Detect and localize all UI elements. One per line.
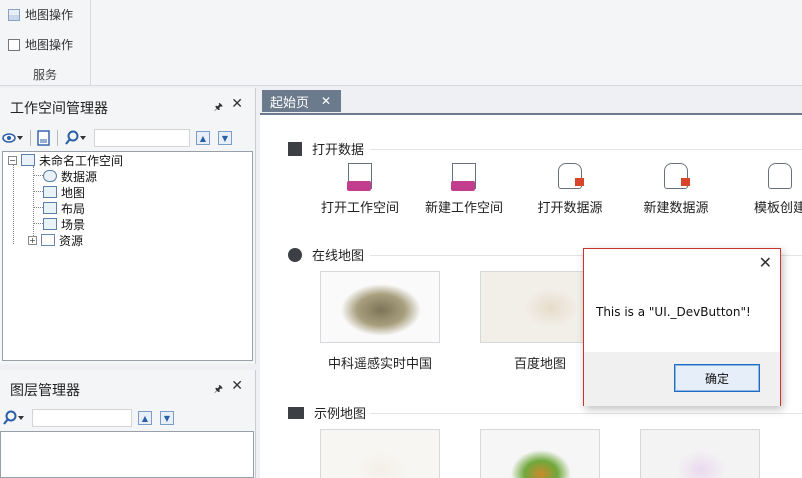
scene-icon xyxy=(43,218,57,230)
section-sample-maps: 示例地图 xyxy=(288,403,366,422)
online-map-thumbnail[interactable] xyxy=(320,271,440,343)
open-item-label: 新建工作空间 xyxy=(424,201,503,216)
online-map-thumbnail[interactable] xyxy=(480,271,600,343)
arrow-up-icon[interactable]: ▲ xyxy=(196,131,210,145)
close-icon[interactable]: ✕ xyxy=(321,94,331,108)
section-online-maps: 在线地图 xyxy=(288,245,364,264)
open-item-label: 打开数据源 xyxy=(537,201,603,216)
section-title: 在线地图 xyxy=(312,249,365,264)
expand-icon[interactable]: + xyxy=(28,235,37,245)
dialog-message: This is a "UI._DevButton"! xyxy=(596,305,751,319)
ribbon: 地图操作 地图操作 服务 xyxy=(0,0,802,86)
close-icon[interactable]: ✕ xyxy=(231,96,243,112)
map-operation-button[interactable]: 地图操作 xyxy=(8,6,73,23)
search-dropdown-button[interactable] xyxy=(2,409,26,427)
template-create-button[interactable]: 模板创建 xyxy=(734,163,802,216)
map-operation-checkbox-label: 地图操作 xyxy=(25,38,74,52)
workspace-tree: − 未命名工作空间 数据源 地图 布局 场景 + 资源 xyxy=(2,151,253,361)
database-icon xyxy=(558,163,584,189)
pin-icon[interactable]: 🖈 xyxy=(214,382,223,399)
panel-title: 图层管理器 xyxy=(10,383,80,399)
layout-icon xyxy=(43,202,57,214)
open-item-label: 打开工作空间 xyxy=(320,201,399,216)
sample-map-thumbnail[interactable] xyxy=(480,429,600,478)
workspace-icon xyxy=(21,154,35,166)
open-item-label: 新建数据源 xyxy=(643,201,709,216)
new-datasource-button[interactable]: 新建数据源 xyxy=(626,163,726,216)
toolbar-divider xyxy=(57,130,58,146)
folder-icon xyxy=(41,234,55,246)
open-datasource-button[interactable]: 打开数据源 xyxy=(520,163,620,216)
workspace-toolbar: ▲ ▼ xyxy=(2,128,240,148)
database-icon xyxy=(43,170,57,182)
online-map-caption[interactable]: 百度地图 xyxy=(480,353,600,372)
checkbox-icon[interactable] xyxy=(8,38,20,51)
layer-toolbar: ▲ ▼ xyxy=(2,408,182,428)
tree-node-resources[interactable]: + 资源 xyxy=(28,232,83,248)
tab-label: 起始页 xyxy=(270,95,310,111)
tree-node-label: 未命名工作空间 xyxy=(39,153,124,168)
new-workspace-button[interactable]: 新建工作空间 xyxy=(414,163,514,216)
template-icon xyxy=(768,163,792,189)
tree-node-maps[interactable]: 地图 xyxy=(43,184,85,200)
close-icon[interactable]: ✕ xyxy=(759,253,772,272)
book-map-icon xyxy=(288,406,304,419)
workspace-file-icon xyxy=(347,163,372,191)
online-map-caption[interactable]: 中科遥感实时中国 xyxy=(320,353,440,372)
tree-node-label: 资源 xyxy=(59,233,84,248)
eye-icon xyxy=(2,133,23,143)
pin-icon[interactable]: 🖈 xyxy=(214,100,223,117)
map-operation-checkbox[interactable]: 地图操作 xyxy=(8,36,73,53)
search-icon xyxy=(3,410,24,425)
new-database-icon xyxy=(664,163,690,189)
open-workspace-button[interactable]: 打开工作空间 xyxy=(310,163,410,216)
search-input[interactable] xyxy=(94,129,190,147)
workspace-manager-panel: 工作空间管理器 🖈 ✕ ▲ ▼ − 未命名工作空间 数据源 地图 布局 场景 +… xyxy=(0,88,256,364)
new-workspace-icon xyxy=(451,163,476,191)
ribbon-group-services: 地图操作 地图操作 服务 xyxy=(0,0,91,86)
arrow-up-icon[interactable]: ▲ xyxy=(138,411,152,425)
section-title: 示例地图 xyxy=(314,407,367,422)
tree-node-label: 地图 xyxy=(61,185,86,200)
file-icon xyxy=(288,141,302,156)
globe-icon xyxy=(288,247,302,262)
document-icon xyxy=(37,130,50,146)
sample-map-thumbnail[interactable] xyxy=(640,429,760,478)
layer-manager-panel: 图层管理器 🖈 ✕ ▲ ▼ xyxy=(0,370,256,478)
search-icon xyxy=(65,130,86,145)
tree-node-workspace[interactable]: − 未命名工作空间 xyxy=(8,152,123,168)
tree-node-label: 数据源 xyxy=(61,169,98,184)
dialog-footer: 确定 xyxy=(584,352,780,406)
section-open-data: 打开数据 xyxy=(288,139,364,158)
tab-start-page[interactable]: 起始页 ✕ xyxy=(262,90,341,112)
view-dropdown-button[interactable] xyxy=(2,129,24,147)
document-button[interactable] xyxy=(37,129,51,147)
ok-button[interactable]: 确定 xyxy=(674,364,760,392)
panel-title: 工作空间管理器 xyxy=(10,101,108,117)
search-input[interactable] xyxy=(32,409,132,427)
map-icon xyxy=(8,8,20,21)
map-icon xyxy=(43,186,57,198)
tree-node-label: 场景 xyxy=(61,217,86,232)
tree-node-datasources[interactable]: 数据源 xyxy=(43,168,97,184)
message-dialog: ✕ This is a "UI._DevButton"! 确定 xyxy=(583,248,781,406)
collapse-icon[interactable]: − xyxy=(8,155,17,165)
tree-node-label: 布局 xyxy=(61,201,86,216)
arrow-down-icon[interactable]: ▼ xyxy=(160,411,174,425)
arrow-down-icon[interactable]: ▼ xyxy=(218,131,232,145)
section-title: 打开数据 xyxy=(312,143,365,158)
map-operation-label: 地图操作 xyxy=(25,8,74,22)
close-icon[interactable]: ✕ xyxy=(231,378,243,394)
ribbon-group-label: 服务 xyxy=(32,68,57,82)
tree-node-layouts[interactable]: 布局 xyxy=(43,200,85,216)
search-dropdown-button[interactable] xyxy=(64,129,88,147)
layer-list xyxy=(0,431,254,478)
sample-map-thumbnail[interactable] xyxy=(320,429,440,478)
tree-node-scenes[interactable]: 场景 xyxy=(43,216,85,232)
toolbar-divider xyxy=(30,130,31,146)
open-item-label: 模板创建 xyxy=(754,201,802,216)
